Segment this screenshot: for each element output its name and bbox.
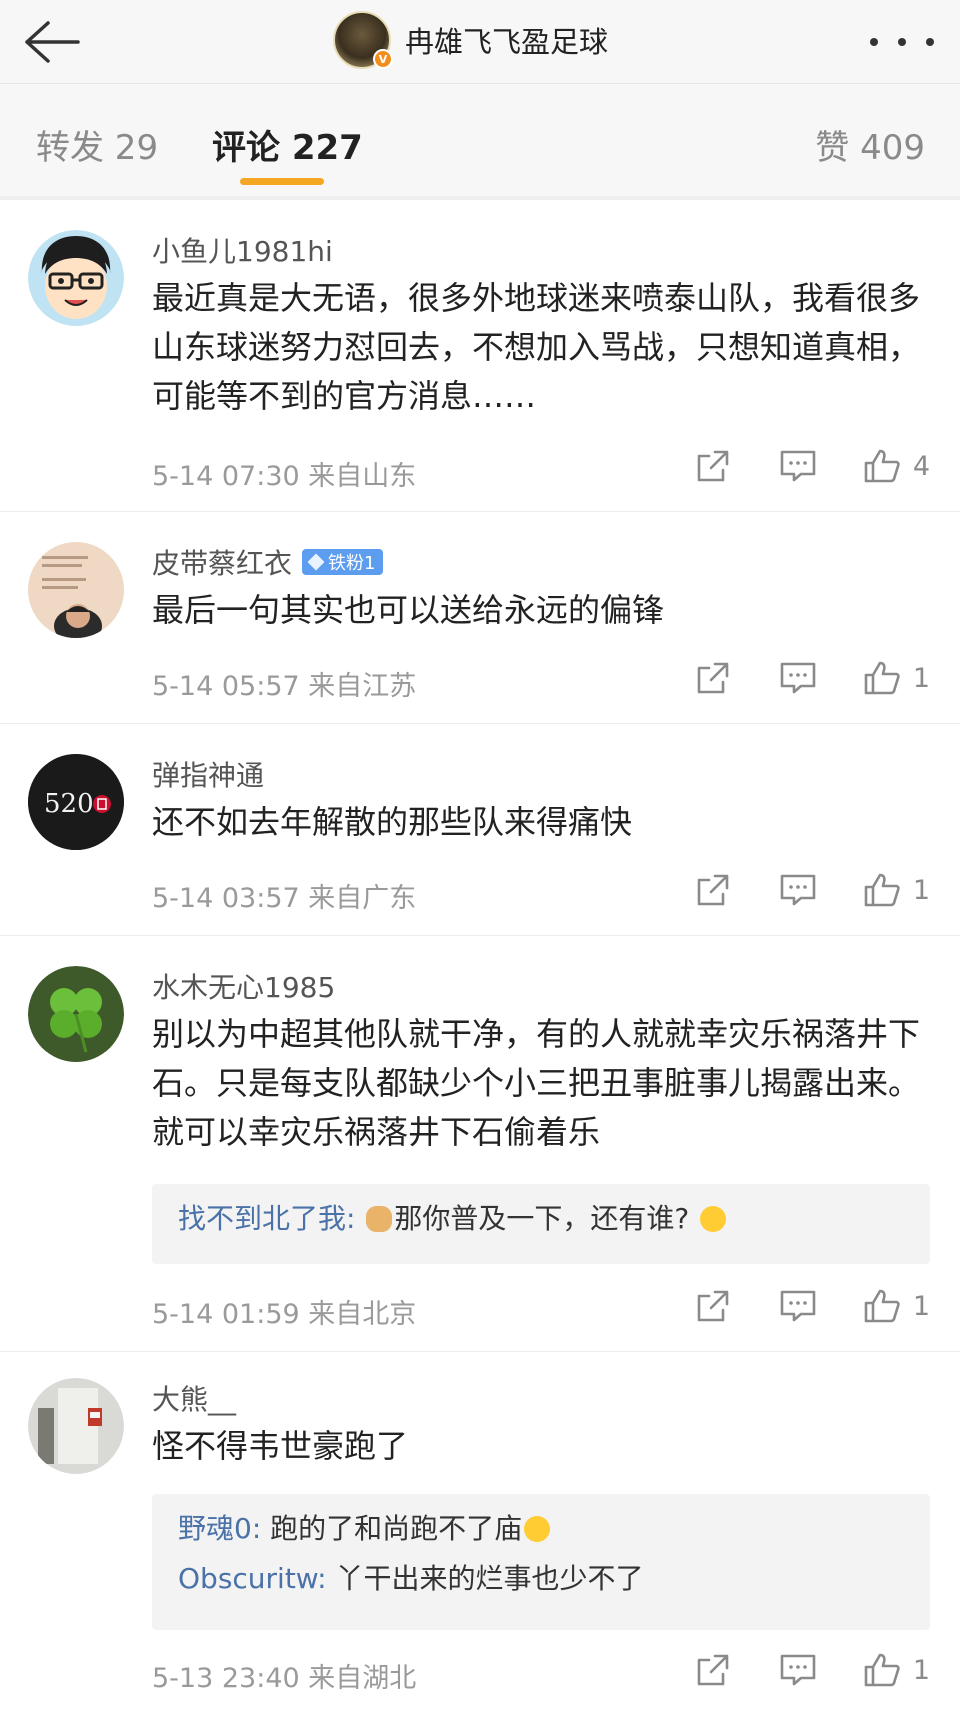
fan-badge-label: 铁粉1 xyxy=(328,553,376,574)
comment-meta: 5-14 03:57 来自广东 xyxy=(152,883,417,914)
reply-text: 那你普及一下，还有谁? xyxy=(394,1202,690,1235)
comment-actions: 1 xyxy=(695,1288,930,1324)
reply-button[interactable] xyxy=(779,1288,817,1324)
thumbs-up-icon xyxy=(864,661,900,695)
share-button[interactable] xyxy=(695,448,731,484)
avatar[interactable] xyxy=(28,542,124,638)
share-button[interactable] xyxy=(695,1652,731,1688)
fan-badge: 铁粉1 xyxy=(302,549,384,575)
like-count: 1 xyxy=(912,1654,930,1686)
tab-like[interactable]: 赞 409 xyxy=(815,120,925,169)
comment-icon xyxy=(780,662,816,694)
comment-meta: 5-13 23:40 来自湖北 xyxy=(152,1663,417,1694)
like-button[interactable]: 4 xyxy=(863,448,930,484)
more-button[interactable] xyxy=(870,22,934,62)
author-avatar[interactable]: V xyxy=(333,11,393,69)
more-dots-icon xyxy=(926,38,934,46)
diamond-icon xyxy=(307,553,325,571)
comment-icon xyxy=(780,450,816,482)
active-tab-indicator xyxy=(240,178,324,185)
cat-emoji-icon xyxy=(366,1206,393,1232)
username-text[interactable]: 皮带蔡红衣 xyxy=(152,542,292,582)
reply-row: 野魂0: 跑的了和尚跑不了庙 xyxy=(178,1504,904,1554)
more-dots-icon xyxy=(870,38,878,46)
comment-meta: 5-14 07:30 来自山东 xyxy=(152,461,417,492)
comment-text: 别以为中超其他队就干净，有的人就就幸灾乐祸落井下石。只是每支队都缺少个小三把丑事… xyxy=(152,1015,921,1151)
back-arrow-icon xyxy=(25,21,80,63)
reply-button[interactable] xyxy=(779,1652,817,1688)
avatar[interactable]: 520 xyxy=(28,754,124,850)
share-icon xyxy=(697,450,729,482)
comment-item: 520 弹指神通 还不如去年解散的那些队来得痛快 5-14 03:57 来自广东… xyxy=(0,724,960,936)
thumbs-up-icon xyxy=(864,1289,900,1323)
avatar[interactable] xyxy=(28,966,124,1062)
like-count: 1 xyxy=(912,874,930,906)
verified-badge-icon: V xyxy=(373,49,393,69)
reply-username[interactable]: 找不到北了我: xyxy=(178,1202,355,1235)
share-icon xyxy=(697,874,729,906)
comment-text: 还不如去年解散的那些队来得痛快 xyxy=(152,803,633,841)
grinning-emoji-icon xyxy=(524,1516,551,1542)
comment-item: 大熊__ 怪不得韦世豪跑了 野魂0: 跑的了和尚跑不了庙 Obscuritw: … xyxy=(0,1352,960,1713)
comment-text: 最近真是大无语，很多外地球迷来喷泰山队，我看很多山东球迷努力怼回去，不想加入骂战… xyxy=(152,279,921,415)
more-dots-icon xyxy=(898,38,906,46)
comment-icon xyxy=(780,1290,816,1322)
comment-text: 最后一句其实也可以送给永远的偏锋 xyxy=(152,591,665,629)
laughing-emoji-icon xyxy=(700,1206,727,1232)
avatar[interactable] xyxy=(28,230,124,326)
comment-text: 怪不得韦世豪跑了 xyxy=(152,1427,409,1465)
share-button[interactable] xyxy=(695,1288,731,1324)
reply-text: 跑的了和尚跑不了庙 xyxy=(270,1512,523,1545)
avatar[interactable] xyxy=(28,1378,124,1474)
reply-username[interactable]: 野魂0: xyxy=(178,1512,261,1545)
tab-forward[interactable]: 转发 29 xyxy=(36,120,158,169)
like-button[interactable]: 1 xyxy=(863,1652,930,1688)
share-button[interactable] xyxy=(695,872,731,908)
username[interactable]: 弹指神通 xyxy=(152,754,264,794)
thumbs-up-icon xyxy=(864,449,900,483)
reply-box[interactable]: 野魂0: 跑的了和尚跑不了庙 Obscuritw: 丫干出来的烂事也少不了 xyxy=(152,1494,930,1630)
username: 皮带蔡红衣 铁粉1 xyxy=(152,542,384,582)
reply-username[interactable]: Obscuritw: xyxy=(178,1562,327,1595)
comment-actions: 1 xyxy=(695,660,930,696)
tab-comment[interactable]: 评论 227 xyxy=(212,120,363,169)
reply-button[interactable] xyxy=(779,872,817,908)
top-bar: V 冉雄飞飞盈足球 xyxy=(0,0,960,84)
username[interactable]: 大熊__ xyxy=(152,1378,236,1418)
avatar-text: 520 xyxy=(44,789,94,819)
thumbs-up-icon xyxy=(864,873,900,907)
share-icon xyxy=(697,1654,729,1686)
username[interactable]: 水木无心1985 xyxy=(152,966,335,1006)
reply-button[interactable] xyxy=(779,660,817,696)
comment-item: 水木无心1985 别以为中超其他队就干净，有的人就就幸灾乐祸落井下石。只是每支队… xyxy=(0,936,960,1352)
comment-item: 小鱼儿1981hi 最近真是大无语，很多外地球迷来喷泰山队，我看很多山东球迷努力… xyxy=(0,200,960,512)
comment-actions: 1 xyxy=(695,872,930,908)
comment-item: 皮带蔡红衣 铁粉1 最后一句其实也可以送给永远的偏锋 5-14 05:57 来自… xyxy=(0,512,960,724)
like-count: 1 xyxy=(912,1290,930,1322)
share-icon xyxy=(697,1290,729,1322)
username[interactable]: 小鱼儿1981hi xyxy=(152,230,333,270)
comment-actions: 4 xyxy=(695,448,930,484)
like-button[interactable]: 1 xyxy=(863,660,930,696)
post-author[interactable]: V 冉雄飞飞盈足球 xyxy=(333,8,608,72)
like-count: 1 xyxy=(912,662,930,694)
like-count: 4 xyxy=(912,450,930,482)
share-button[interactable] xyxy=(695,660,731,696)
comment-meta: 5-14 01:59 来自北京 xyxy=(152,1299,417,1330)
reply-box[interactable]: 找不到北了我: 那你普及一下，还有谁? xyxy=(152,1184,930,1264)
thumbs-up-icon xyxy=(864,1653,900,1687)
back-button[interactable] xyxy=(18,12,84,72)
reply-text: 丫干出来的烂事也少不了 xyxy=(335,1562,644,1595)
comment-icon xyxy=(780,1654,816,1686)
share-icon xyxy=(697,662,729,694)
like-button[interactable]: 1 xyxy=(863,872,930,908)
like-button[interactable]: 1 xyxy=(863,1288,930,1324)
comment-actions: 1 xyxy=(695,1652,930,1688)
reply-button[interactable] xyxy=(779,448,817,484)
page-title: 冉雄飞飞盈足球 xyxy=(405,25,609,59)
reply-row: Obscuritw: 丫干出来的烂事也少不了 xyxy=(178,1554,904,1604)
comment-icon xyxy=(780,874,816,906)
tab-bar: 转发 29 评论 227 赞 409 xyxy=(0,84,960,196)
comment-meta: 5-14 05:57 来自江苏 xyxy=(152,671,417,702)
